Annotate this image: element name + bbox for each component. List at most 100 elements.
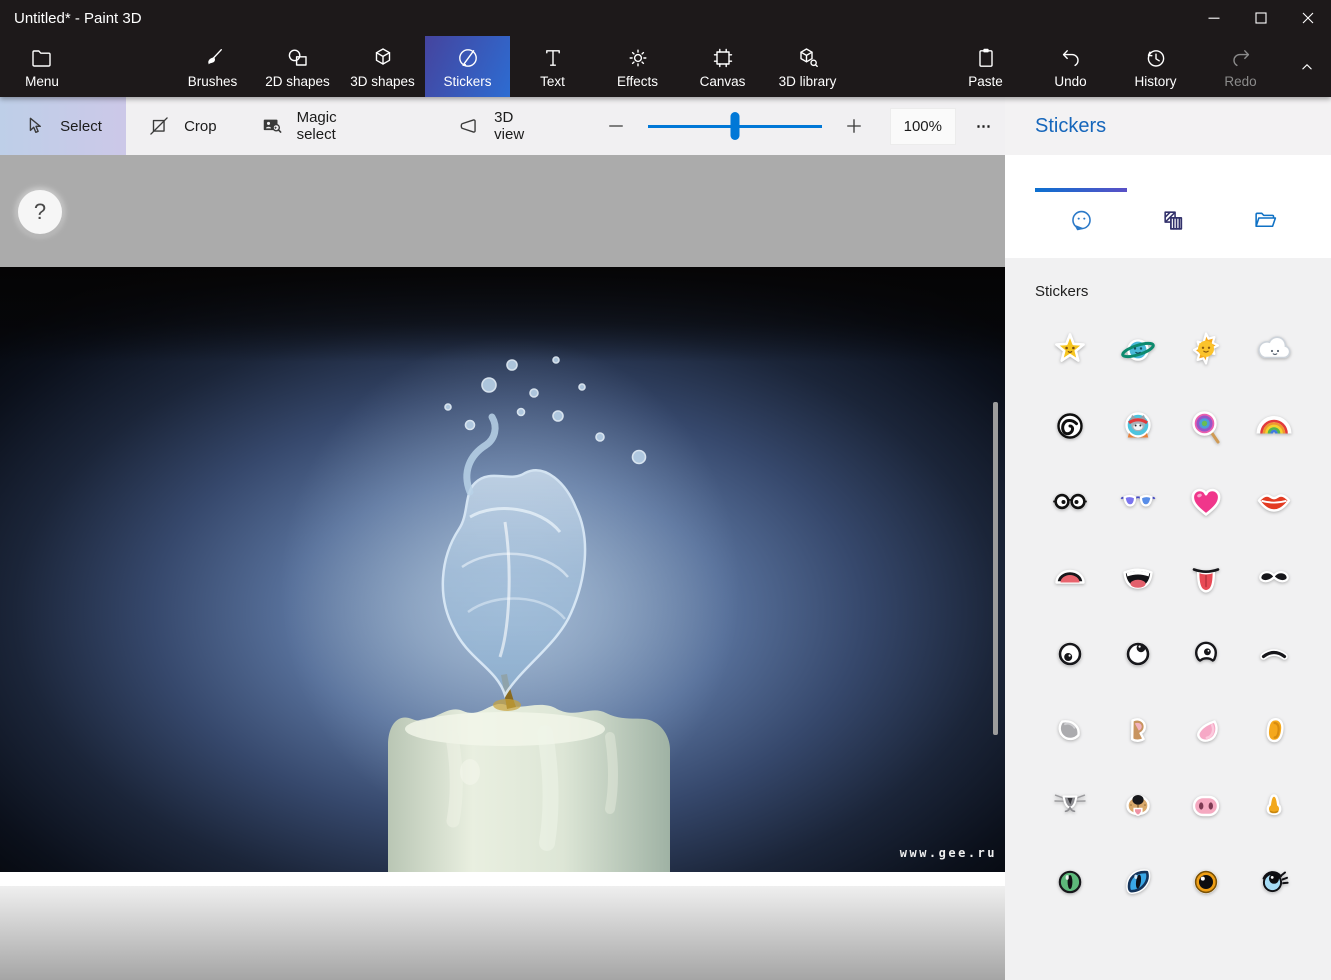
ribbon-tab-text[interactable]: Text: [510, 36, 595, 97]
chevron-up-icon: [1298, 58, 1316, 76]
eye-looking-up-icon: [1116, 632, 1160, 676]
cloud-icon: [1252, 328, 1296, 372]
sticker-round-glasses[interactable]: [1048, 480, 1092, 524]
zoom-out-button[interactable]: [598, 108, 634, 144]
stickers-icon: [456, 44, 480, 70]
ribbon-tab-3d-library[interactable]: 3D library: [765, 36, 850, 97]
ribbon-tab-effects[interactable]: Effects: [595, 36, 680, 97]
sun-icon: [1184, 328, 1228, 372]
zoom-in-button[interactable]: [836, 108, 872, 144]
eye-with-lashes-icon: [1252, 860, 1296, 904]
3d-shapes-icon: [371, 44, 395, 70]
sticker-rainbow[interactable]: [1252, 404, 1296, 448]
sticker-nose-gray[interactable]: [1048, 708, 1092, 752]
ribbon-tab-redo[interactable]: Redo: [1198, 36, 1283, 97]
history-icon: [1144, 44, 1168, 70]
sticker-spiral[interactable]: [1048, 404, 1092, 448]
redo-icon: [1229, 44, 1253, 70]
sticker-eye-looking-down[interactable]: [1048, 632, 1092, 676]
tool-magic-select[interactable]: Magic select: [239, 97, 401, 155]
ribbon-tab-menu[interactable]: Menu: [12, 36, 72, 97]
sticker-lollipop[interactable]: [1184, 404, 1228, 448]
ribbon-tab-stickers[interactable]: Stickers: [425, 36, 510, 97]
sticker-lips[interactable]: [1252, 480, 1296, 524]
help-button[interactable]: ?: [18, 190, 62, 234]
2d-shapes-icon: [286, 44, 310, 70]
ribbon-tab-undo[interactable]: Undo: [1028, 36, 1113, 97]
vertical-scrollbar[interactable]: [993, 402, 998, 735]
sticker-astronaut-cat[interactable]: [1116, 404, 1160, 448]
eye-looking-down-icon: [1048, 632, 1092, 676]
zoom-level-value[interactable]: 100%: [890, 108, 956, 145]
tool-select[interactable]: Select: [0, 97, 126, 155]
pig-nose-icon: [1184, 784, 1228, 828]
window-controls: [1190, 0, 1331, 36]
sticker-ear-pink[interactable]: [1184, 708, 1228, 752]
ribbon-tab-3d-shapes[interactable]: 3D shapes: [340, 36, 425, 97]
tools: Select Crop Magic select 3D view: [0, 97, 568, 155]
sticker-cloud[interactable]: [1252, 328, 1296, 372]
panel-tab-sticker-face[interactable]: [1035, 188, 1127, 258]
minimize-button[interactable]: [1190, 0, 1237, 36]
titlebar: Untitled* - Paint 3D: [0, 0, 1331, 36]
lollipop-icon: [1184, 404, 1228, 448]
workspace: www.gee.ru ?: [0, 155, 1005, 980]
sticker-dog-nose[interactable]: [1116, 784, 1160, 828]
sticker-sun[interactable]: [1184, 328, 1228, 372]
ribbon-tabs: Brushes 2D shapes 3D shapes Stickers Tex…: [170, 36, 850, 97]
canvas-blank-area[interactable]: [0, 872, 1005, 886]
crop-icon: [148, 115, 170, 137]
ribbon-tab-history[interactable]: History: [1113, 36, 1198, 97]
text-icon: [541, 44, 565, 70]
sticker-cat-eye-green[interactable]: [1048, 860, 1092, 904]
tool-3d-view[interactable]: 3D view: [436, 97, 568, 155]
brush-icon: [201, 44, 225, 70]
sticker-owl-eye-orange[interactable]: [1184, 860, 1228, 904]
sticker-mouth-laughing[interactable]: [1116, 556, 1160, 600]
sticker-eye-closed[interactable]: [1252, 632, 1296, 676]
3d-library-icon: [796, 44, 820, 70]
sticker-mustache[interactable]: [1252, 556, 1296, 600]
sticker-nose-yellow[interactable]: [1252, 784, 1296, 828]
maximize-button[interactable]: [1237, 0, 1284, 36]
ribbon-tab-canvas[interactable]: Canvas: [680, 36, 765, 97]
sticker-mouth-open[interactable]: [1048, 556, 1092, 600]
zoom-slider[interactable]: [648, 112, 821, 140]
sticker-saturn-planet[interactable]: [1116, 328, 1160, 372]
zoom-out-icon: [606, 116, 626, 136]
collapse-ribbon-button[interactable]: [1283, 36, 1331, 97]
panel-tab-textures[interactable]: [1127, 188, 1219, 258]
sticker-pig-nose[interactable]: [1184, 784, 1228, 828]
nose-gray-icon: [1048, 708, 1092, 752]
sticker-heart[interactable]: [1184, 480, 1228, 524]
sticker-aviator-sunglasses[interactable]: [1116, 480, 1160, 524]
aviator-sunglasses-icon: [1116, 480, 1160, 524]
ribbon-tab-brushes[interactable]: Brushes: [170, 36, 255, 97]
contextual-toolbar: Select Crop Magic select 3D view 100% ⋯: [0, 97, 1005, 155]
sticker-eye-worried[interactable]: [1184, 632, 1228, 676]
nose-yellow-icon: [1252, 784, 1296, 828]
ribbon-tab-paste[interactable]: Paste: [943, 36, 1028, 97]
zoom-slider-thumb[interactable]: [730, 112, 739, 140]
sticker-star[interactable]: [1048, 328, 1092, 372]
sticker-cat-nose-whiskers[interactable]: [1048, 784, 1092, 828]
sticker-eye-with-lashes[interactable]: [1252, 860, 1296, 904]
sticker-cat-eye-blue[interactable]: [1116, 860, 1160, 904]
sticker-mouth-tongue-out[interactable]: [1184, 556, 1228, 600]
tool-crop[interactable]: Crop: [126, 97, 239, 155]
select-cursor-icon: [24, 115, 46, 137]
sticker-ear-tan[interactable]: [1116, 708, 1160, 752]
menu-icon: [30, 44, 54, 70]
more-options-button[interactable]: ⋯: [964, 109, 1005, 143]
sticker-eye-looking-up[interactable]: [1116, 632, 1160, 676]
rainbow-icon: [1252, 404, 1296, 448]
close-button[interactable]: [1284, 0, 1331, 36]
sticker-grid: [1048, 328, 1331, 904]
canvas-image-candle[interactable]: www.gee.ru: [0, 267, 1005, 872]
panel-tab-folder[interactable]: [1219, 188, 1311, 258]
panel-tabstrip: [1005, 155, 1331, 258]
ribbon-tab-2d-shapes[interactable]: 2D shapes: [255, 36, 340, 97]
sticker-ear-orange[interactable]: [1252, 708, 1296, 752]
cat-eye-blue-icon: [1116, 860, 1160, 904]
zoom-in-icon: [844, 116, 864, 136]
